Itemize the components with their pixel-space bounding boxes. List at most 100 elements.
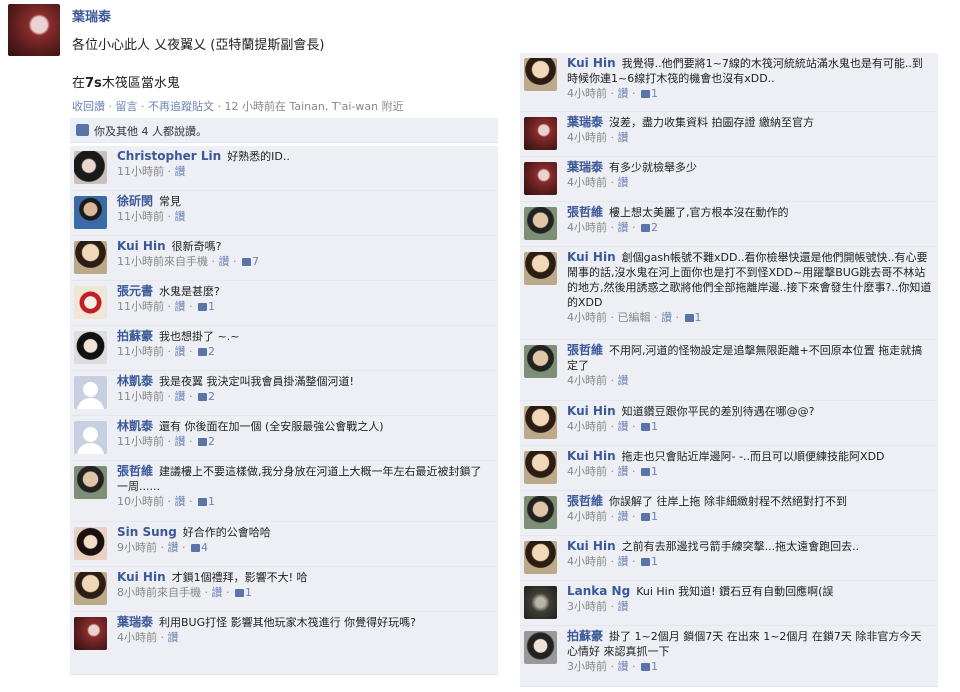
commenter-name[interactable]: 拍蘇豪 xyxy=(117,329,153,343)
like-count[interactable]: 1 xyxy=(245,586,252,599)
like-link[interactable]: 讚 xyxy=(175,345,186,358)
commenter-avatar[interactable] xyxy=(524,406,557,439)
like-link[interactable]: 讚 xyxy=(618,420,629,433)
commenter-name[interactable]: Kui Hin xyxy=(567,250,616,264)
comment-text: 不用阿,河道的怪物設定是追擊無限距離+不回原本位置 拖走就搞定了 xyxy=(567,344,923,372)
like-count[interactable]: 2 xyxy=(208,390,215,403)
commenter-name[interactable]: Christopher Lin xyxy=(117,149,221,163)
commenter-avatar[interactable] xyxy=(524,451,557,484)
like-link[interactable]: 讚 xyxy=(618,87,629,100)
comment-time: 4小時前 xyxy=(567,131,607,144)
like-link[interactable]: 讚 xyxy=(168,631,179,644)
like-count[interactable]: 1 xyxy=(651,465,658,478)
commenter-avatar[interactable] xyxy=(74,196,107,229)
like-count[interactable]: 2 xyxy=(651,221,658,234)
author-avatar[interactable] xyxy=(8,4,60,56)
commenter-avatar[interactable] xyxy=(524,345,557,378)
comment-body: 張哲維 建議樓上不要這樣做,我分身放在河道上大概一年左右最近被封鎖了一周.....… xyxy=(117,464,492,509)
like-count[interactable]: 1 xyxy=(208,495,215,508)
commenter-avatar[interactable] xyxy=(74,376,107,409)
commenter-name[interactable]: 葉瑞泰 xyxy=(117,615,153,629)
commenter-avatar[interactable] xyxy=(524,207,557,240)
commenter-name[interactable]: Kui Hin xyxy=(117,570,166,584)
commenter-name[interactable]: 張哲維 xyxy=(567,343,603,357)
commenter-name[interactable]: Lanka Ng xyxy=(567,584,630,598)
like-link[interactable]: 讚 xyxy=(618,176,629,189)
commenter-avatar[interactable] xyxy=(524,631,557,664)
like-count[interactable]: 7 xyxy=(252,255,259,268)
commenter-avatar[interactable] xyxy=(74,617,107,650)
commenter-avatar[interactable] xyxy=(524,162,557,195)
unfollow-link[interactable]: 不再追蹤貼文 xyxy=(148,100,214,113)
commenter-avatar[interactable] xyxy=(74,331,107,364)
commenter-name[interactable]: 張哲維 xyxy=(567,205,603,219)
commenter-avatar[interactable] xyxy=(74,151,107,184)
like-count[interactable]: 4 xyxy=(201,541,208,554)
like-link[interactable]: 讚 xyxy=(175,300,186,313)
like-count[interactable]: 1 xyxy=(651,660,658,673)
like-link[interactable]: 讚 xyxy=(219,255,230,268)
like-count[interactable]: 1 xyxy=(651,420,658,433)
commenter-name[interactable]: Kui Hin xyxy=(567,449,616,463)
like-link[interactable]: 讚 xyxy=(661,311,672,324)
comment-time: 11小時前來自手機 xyxy=(117,255,208,268)
like-link[interactable]: 讚 xyxy=(175,435,186,448)
commenter-name[interactable]: 葉瑞泰 xyxy=(567,160,603,174)
commenter-name[interactable]: 徐斫閔 xyxy=(117,194,153,208)
like-count[interactable]: 1 xyxy=(651,87,658,100)
commenter-name[interactable]: Kui Hin xyxy=(117,239,166,253)
comment-link[interactable]: 留言 xyxy=(116,100,138,113)
commenter-avatar[interactable] xyxy=(74,241,107,274)
like-link[interactable]: 讚 xyxy=(175,165,186,178)
comment-text: 知道鑽豆跟你平民的差別待遇在哪@@? xyxy=(621,405,815,418)
commenter-avatar[interactable] xyxy=(524,586,557,619)
like-link[interactable]: 讚 xyxy=(618,510,629,523)
commenter-avatar[interactable] xyxy=(524,496,557,529)
commenter-name[interactable]: 張哲維 xyxy=(117,464,153,478)
like-link[interactable]: 讚 xyxy=(175,495,186,508)
commenter-avatar[interactable] xyxy=(74,527,107,560)
like-link[interactable]: 讚 xyxy=(618,660,629,673)
like-link[interactable]: 讚 xyxy=(618,221,629,234)
commenter-name[interactable]: 林凱泰 xyxy=(117,419,153,433)
commenter-avatar[interactable] xyxy=(74,466,107,499)
likes-text[interactable]: 你及其他 4 人都說讚。 xyxy=(94,123,207,139)
commenter-name[interactable]: Kui Hin xyxy=(567,56,616,70)
commenter-avatar[interactable] xyxy=(74,421,107,454)
comment: Lanka Ng Kui Hin 我知道! 鑽石豆有自動回應啊(誤 3小時前 · 讚 xyxy=(520,581,938,626)
post-author[interactable]: 葉瑞泰 xyxy=(72,6,111,25)
like-link[interactable]: 讚 xyxy=(618,131,629,144)
like-count[interactable]: 1 xyxy=(651,555,658,568)
unlike-link[interactable]: 收回讚 xyxy=(72,100,105,113)
commenter-avatar[interactable] xyxy=(74,572,107,605)
like-link[interactable]: 讚 xyxy=(175,210,186,223)
commenter-name[interactable]: Kui Hin xyxy=(567,539,616,553)
like-count[interactable]: 2 xyxy=(208,345,215,358)
like-link[interactable]: 讚 xyxy=(168,541,179,554)
commenter-name[interactable]: 葉瑞泰 xyxy=(567,115,603,129)
commenter-avatar[interactable] xyxy=(74,286,107,319)
commenter-name[interactable]: Kui Hin xyxy=(567,404,616,418)
commenter-name[interactable]: Sin Sung xyxy=(117,525,177,539)
like-count[interactable]: 1 xyxy=(208,300,215,313)
edited-label[interactable]: 已編輯 xyxy=(618,311,651,324)
commenter-avatar[interactable] xyxy=(524,541,557,574)
like-link[interactable]: 讚 xyxy=(618,465,629,478)
commenter-name[interactable]: 張元書 xyxy=(117,284,153,298)
like-count[interactable]: 1 xyxy=(651,510,658,523)
like-link[interactable]: 讚 xyxy=(618,374,629,387)
like-count[interactable]: 1 xyxy=(695,311,702,324)
like-link[interactable]: 讚 xyxy=(212,586,223,599)
commenter-name[interactable]: 拍蘇豪 xyxy=(567,629,603,643)
commenter-avatar[interactable] xyxy=(524,117,557,150)
commenter-name[interactable]: 林凱泰 xyxy=(117,374,153,388)
comment-time: 11小時前 xyxy=(117,435,164,448)
like-link[interactable]: 讚 xyxy=(175,390,186,403)
like-link[interactable]: 讚 xyxy=(618,555,629,568)
commenter-avatar[interactable] xyxy=(524,58,557,91)
like-count[interactable]: 2 xyxy=(208,435,215,448)
comment-text: 有多少就檢舉多少 xyxy=(609,161,698,174)
commenter-avatar[interactable] xyxy=(524,252,557,285)
commenter-name[interactable]: 張哲維 xyxy=(567,494,603,508)
like-link[interactable]: 讚 xyxy=(618,600,629,613)
